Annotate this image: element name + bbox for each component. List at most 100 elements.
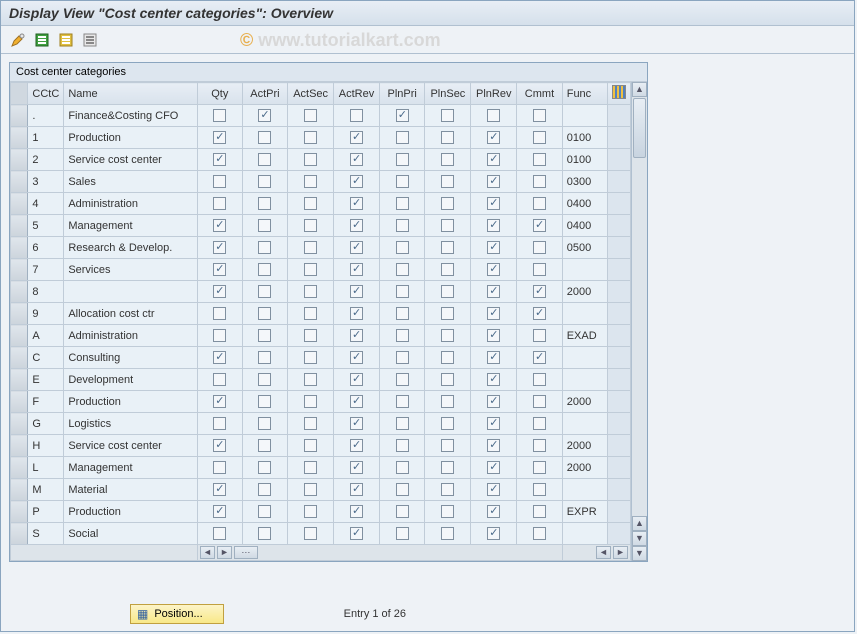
cmmt-cell[interactable]	[517, 479, 563, 501]
actrev-cell[interactable]	[334, 325, 380, 347]
cctc-input[interactable]	[28, 480, 63, 500]
checkbox-icon[interactable]	[304, 417, 317, 430]
name-input[interactable]	[64, 502, 197, 522]
checkbox-icon[interactable]	[350, 395, 363, 408]
position-button[interactable]: ▦ Position...	[130, 604, 224, 624]
plnpri-cell[interactable]	[379, 369, 425, 391]
checkbox-icon[interactable]	[213, 241, 226, 254]
cctc-input[interactable]	[28, 260, 63, 280]
col-actpri[interactable]: ActPri	[242, 83, 288, 105]
func-input[interactable]	[563, 326, 607, 346]
checkbox-icon[interactable]	[533, 373, 546, 386]
qty-cell[interactable]	[197, 105, 242, 127]
plnrev-cell[interactable]	[471, 523, 517, 545]
func-cell[interactable]	[562, 457, 607, 479]
checkbox-icon[interactable]	[441, 109, 454, 122]
func-input[interactable]	[563, 304, 607, 324]
qty-cell[interactable]	[197, 215, 242, 237]
cctc-input[interactable]	[28, 172, 63, 192]
checkbox-icon[interactable]	[487, 395, 500, 408]
checkbox-icon[interactable]	[533, 417, 546, 430]
actsec-cell[interactable]	[288, 413, 334, 435]
col-plnsec[interactable]: PlnSec	[425, 83, 471, 105]
row-selector[interactable]	[11, 127, 28, 149]
actrev-cell[interactable]	[334, 237, 380, 259]
name-cell[interactable]	[64, 303, 198, 325]
scroll-thumb[interactable]	[633, 98, 646, 158]
checkbox-icon[interactable]	[487, 153, 500, 166]
actpri-cell[interactable]	[242, 281, 288, 303]
hscroll-right[interactable]: ◄ ►	[563, 545, 630, 560]
checkbox-icon[interactable]	[304, 197, 317, 210]
checkbox-icon[interactable]	[258, 439, 271, 452]
qty-cell[interactable]	[197, 523, 242, 545]
actpri-cell[interactable]	[242, 457, 288, 479]
cctc-input[interactable]	[28, 436, 63, 456]
func-input[interactable]	[563, 238, 607, 258]
cctc-cell[interactable]	[28, 479, 64, 501]
checkbox-icon[interactable]	[396, 131, 409, 144]
qty-cell[interactable]	[197, 457, 242, 479]
checkbox-icon[interactable]	[533, 439, 546, 452]
name-input[interactable]	[64, 392, 197, 412]
checkbox-icon[interactable]	[533, 483, 546, 496]
qty-cell[interactable]	[197, 193, 242, 215]
checkbox-icon[interactable]	[396, 373, 409, 386]
name-input[interactable]	[64, 370, 197, 390]
actrev-cell[interactable]	[334, 501, 380, 523]
cctc-cell[interactable]	[28, 325, 64, 347]
actsec-cell[interactable]	[288, 215, 334, 237]
func-cell[interactable]	[562, 105, 607, 127]
row-selector[interactable]	[11, 347, 28, 369]
name-cell[interactable]	[64, 347, 198, 369]
func-cell[interactable]	[562, 479, 607, 501]
name-cell[interactable]	[64, 281, 198, 303]
checkbox-icon[interactable]	[441, 461, 454, 474]
plnrev-cell[interactable]	[471, 105, 517, 127]
actpri-cell[interactable]	[242, 325, 288, 347]
actpri-cell[interactable]	[242, 193, 288, 215]
func-cell[interactable]	[562, 501, 607, 523]
func-input[interactable]	[563, 194, 607, 214]
plnrev-cell[interactable]	[471, 193, 517, 215]
cctc-input[interactable]	[28, 524, 63, 544]
checkbox-icon[interactable]	[258, 395, 271, 408]
plnrev-cell[interactable]	[471, 369, 517, 391]
plnpri-cell[interactable]	[379, 523, 425, 545]
name-cell[interactable]	[64, 457, 198, 479]
plnrev-cell[interactable]	[471, 325, 517, 347]
checkbox-icon[interactable]	[441, 439, 454, 452]
checkbox-icon[interactable]	[258, 263, 271, 276]
checkbox-icon[interactable]	[350, 439, 363, 452]
actsec-cell[interactable]	[288, 171, 334, 193]
checkbox-icon[interactable]	[350, 329, 363, 342]
func-cell[interactable]	[562, 369, 607, 391]
checkbox-icon[interactable]	[213, 395, 226, 408]
plnsec-cell[interactable]	[425, 193, 471, 215]
func-input[interactable]	[563, 106, 607, 126]
plnrev-cell[interactable]	[471, 457, 517, 479]
plnpri-cell[interactable]	[379, 303, 425, 325]
checkbox-icon[interactable]	[258, 109, 271, 122]
actsec-cell[interactable]	[288, 457, 334, 479]
plnsec-cell[interactable]	[425, 303, 471, 325]
plnsec-cell[interactable]	[425, 501, 471, 523]
scroll-left-icon[interactable]: ◄	[596, 546, 611, 559]
actpri-cell[interactable]	[242, 171, 288, 193]
checkbox-icon[interactable]	[213, 131, 226, 144]
checkbox-icon[interactable]	[441, 307, 454, 320]
func-cell[interactable]	[562, 303, 607, 325]
row-selector[interactable]	[11, 171, 28, 193]
checkbox-icon[interactable]	[396, 197, 409, 210]
func-input[interactable]	[563, 502, 607, 522]
row-selector[interactable]	[11, 435, 28, 457]
plnpri-cell[interactable]	[379, 149, 425, 171]
checkbox-icon[interactable]	[487, 329, 500, 342]
cctc-cell[interactable]	[28, 215, 64, 237]
checkbox-icon[interactable]	[441, 505, 454, 518]
col-configure[interactable]	[607, 83, 630, 105]
row-selector[interactable]	[11, 105, 28, 127]
plnsec-cell[interactable]	[425, 325, 471, 347]
checkbox-icon[interactable]	[487, 175, 500, 188]
func-input[interactable]	[563, 436, 607, 456]
